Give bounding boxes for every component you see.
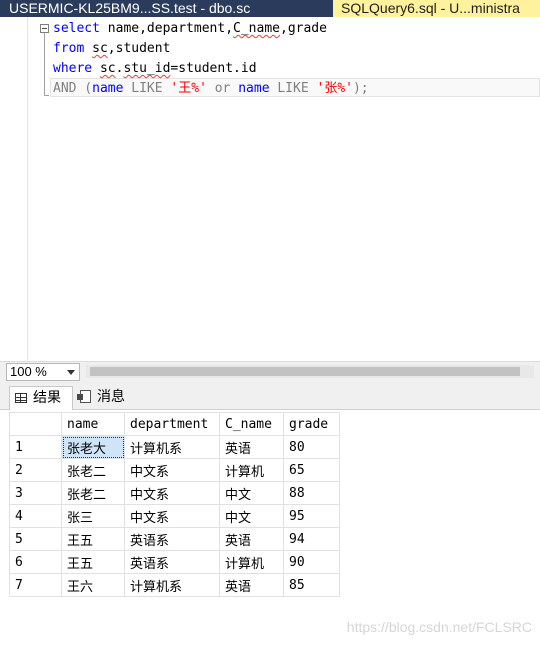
table-row[interactable]: 7 王六 计算机系 英语 85 bbox=[9, 573, 340, 597]
tab-sqlquery6[interactable]: SQLQuery6.sql - U...ministra bbox=[333, 0, 540, 17]
chevron-down-icon bbox=[67, 370, 75, 375]
scrollbar-thumb[interactable] bbox=[90, 367, 520, 376]
cell-department[interactable]: 英语系 bbox=[124, 550, 220, 574]
table-row[interactable]: 4 张三 中文系 中文 95 bbox=[9, 504, 340, 528]
table-row[interactable]: 6 王五 英语系 计算机 90 bbox=[9, 550, 340, 574]
grid-header-row: name department C_name grade bbox=[9, 412, 340, 436]
results-panel: 结果 消息 name department C_name grade 1 张老大… bbox=[0, 381, 540, 645]
code-line-3: where sc.stu_id=student.id bbox=[53, 61, 257, 76]
cell-grade[interactable]: 65 bbox=[283, 458, 340, 482]
cell-department[interactable]: 中文系 bbox=[124, 481, 220, 505]
collapse-region-icon[interactable] bbox=[40, 24, 49, 33]
row-number-header[interactable] bbox=[9, 412, 62, 436]
cell-grade[interactable]: 88 bbox=[283, 481, 340, 505]
cell-name[interactable]: 王五 bbox=[61, 550, 125, 574]
results-grid: name department C_name grade 1 张老大 计算机系 … bbox=[9, 412, 340, 597]
cell-department[interactable]: 中文系 bbox=[124, 504, 220, 528]
grid-icon bbox=[15, 393, 27, 403]
cell-name[interactable]: 张老二 bbox=[61, 458, 125, 482]
cell-department[interactable]: 计算机系 bbox=[124, 435, 220, 459]
cell-c-name[interactable]: 计算机 bbox=[219, 550, 284, 574]
code-line-4: AND (name LIKE '王%' or name LIKE '张%'); bbox=[53, 81, 369, 96]
row-number[interactable]: 7 bbox=[9, 573, 62, 597]
cell-department[interactable]: 英语系 bbox=[124, 527, 220, 551]
cell-grade[interactable]: 80 bbox=[283, 435, 340, 459]
query-editor[interactable]: select name,department,C_name,grade from… bbox=[0, 17, 540, 361]
cell-grade[interactable]: 90 bbox=[283, 550, 340, 574]
cell-grade[interactable]: 94 bbox=[283, 527, 340, 551]
cell-c-name[interactable]: 英语 bbox=[219, 435, 284, 459]
row-number[interactable]: 1 bbox=[9, 435, 62, 459]
editor-gutter bbox=[0, 17, 28, 361]
document-tab-bar: USERMIC-KL25BM9...SS.test - dbo.sc SQLQu… bbox=[0, 0, 540, 17]
results-tab-strip: 结果 消息 bbox=[0, 381, 540, 410]
row-number[interactable]: 2 bbox=[9, 458, 62, 482]
cell-grade[interactable]: 95 bbox=[283, 504, 340, 528]
cell-c-name[interactable]: 中文 bbox=[219, 481, 284, 505]
row-number[interactable]: 6 bbox=[9, 550, 62, 574]
zoom-dropdown[interactable]: 100 % bbox=[6, 363, 80, 381]
cell-c-name[interactable]: 英语 bbox=[219, 527, 284, 551]
code-line-2: from sc,student bbox=[53, 41, 171, 56]
column-header-c-name[interactable]: C_name bbox=[219, 412, 284, 436]
cell-grade[interactable]: 85 bbox=[283, 573, 340, 597]
code-line-1: select name,department,C_name,grade bbox=[53, 21, 327, 36]
tab-table-dbo-sc[interactable]: USERMIC-KL25BM9...SS.test - dbo.sc bbox=[0, 0, 330, 17]
watermark: https://blog.csdn.net/FCLSRC bbox=[346, 619, 532, 635]
column-header-department[interactable]: department bbox=[124, 412, 220, 436]
row-number[interactable]: 3 bbox=[9, 481, 62, 505]
cell-name[interactable]: 王六 bbox=[61, 573, 125, 597]
column-header-name[interactable]: name bbox=[61, 412, 125, 436]
cell-name[interactable]: 王五 bbox=[61, 527, 125, 551]
tab-results-label: 结果 bbox=[33, 390, 61, 406]
cell-name[interactable]: 张三 bbox=[61, 504, 125, 528]
tab-messages-label: 消息 bbox=[97, 389, 125, 405]
table-row[interactable]: 2 张老二 中文系 计算机 65 bbox=[9, 458, 340, 482]
cell-name[interactable]: 张老二 bbox=[61, 481, 125, 505]
message-icon bbox=[77, 390, 91, 403]
cell-c-name[interactable]: 英语 bbox=[219, 573, 284, 597]
row-number[interactable]: 5 bbox=[9, 527, 62, 551]
tab-results[interactable]: 结果 bbox=[9, 386, 73, 410]
cell-c-name[interactable]: 计算机 bbox=[219, 458, 284, 482]
editor-status-strip: 100 % bbox=[0, 361, 540, 381]
table-row[interactable]: 5 王五 英语系 英语 94 bbox=[9, 527, 340, 551]
row-number[interactable]: 4 bbox=[9, 504, 62, 528]
table-row[interactable]: 3 张老二 中文系 中文 88 bbox=[9, 481, 340, 505]
cell-department[interactable]: 计算机系 bbox=[124, 573, 220, 597]
fold-guide-end bbox=[44, 95, 49, 96]
fold-guide bbox=[44, 33, 45, 96]
zoom-value: 100 % bbox=[10, 364, 47, 379]
column-header-grade[interactable]: grade bbox=[283, 412, 340, 436]
cell-c-name[interactable]: 中文 bbox=[219, 504, 284, 528]
tab-messages[interactable]: 消息 bbox=[77, 386, 137, 410]
horizontal-scrollbar[interactable] bbox=[86, 365, 534, 378]
table-row[interactable]: 1 张老大 计算机系 英语 80 bbox=[9, 435, 340, 459]
cell-department[interactable]: 中文系 bbox=[124, 458, 220, 482]
cell-name[interactable]: 张老大 bbox=[61, 435, 125, 459]
